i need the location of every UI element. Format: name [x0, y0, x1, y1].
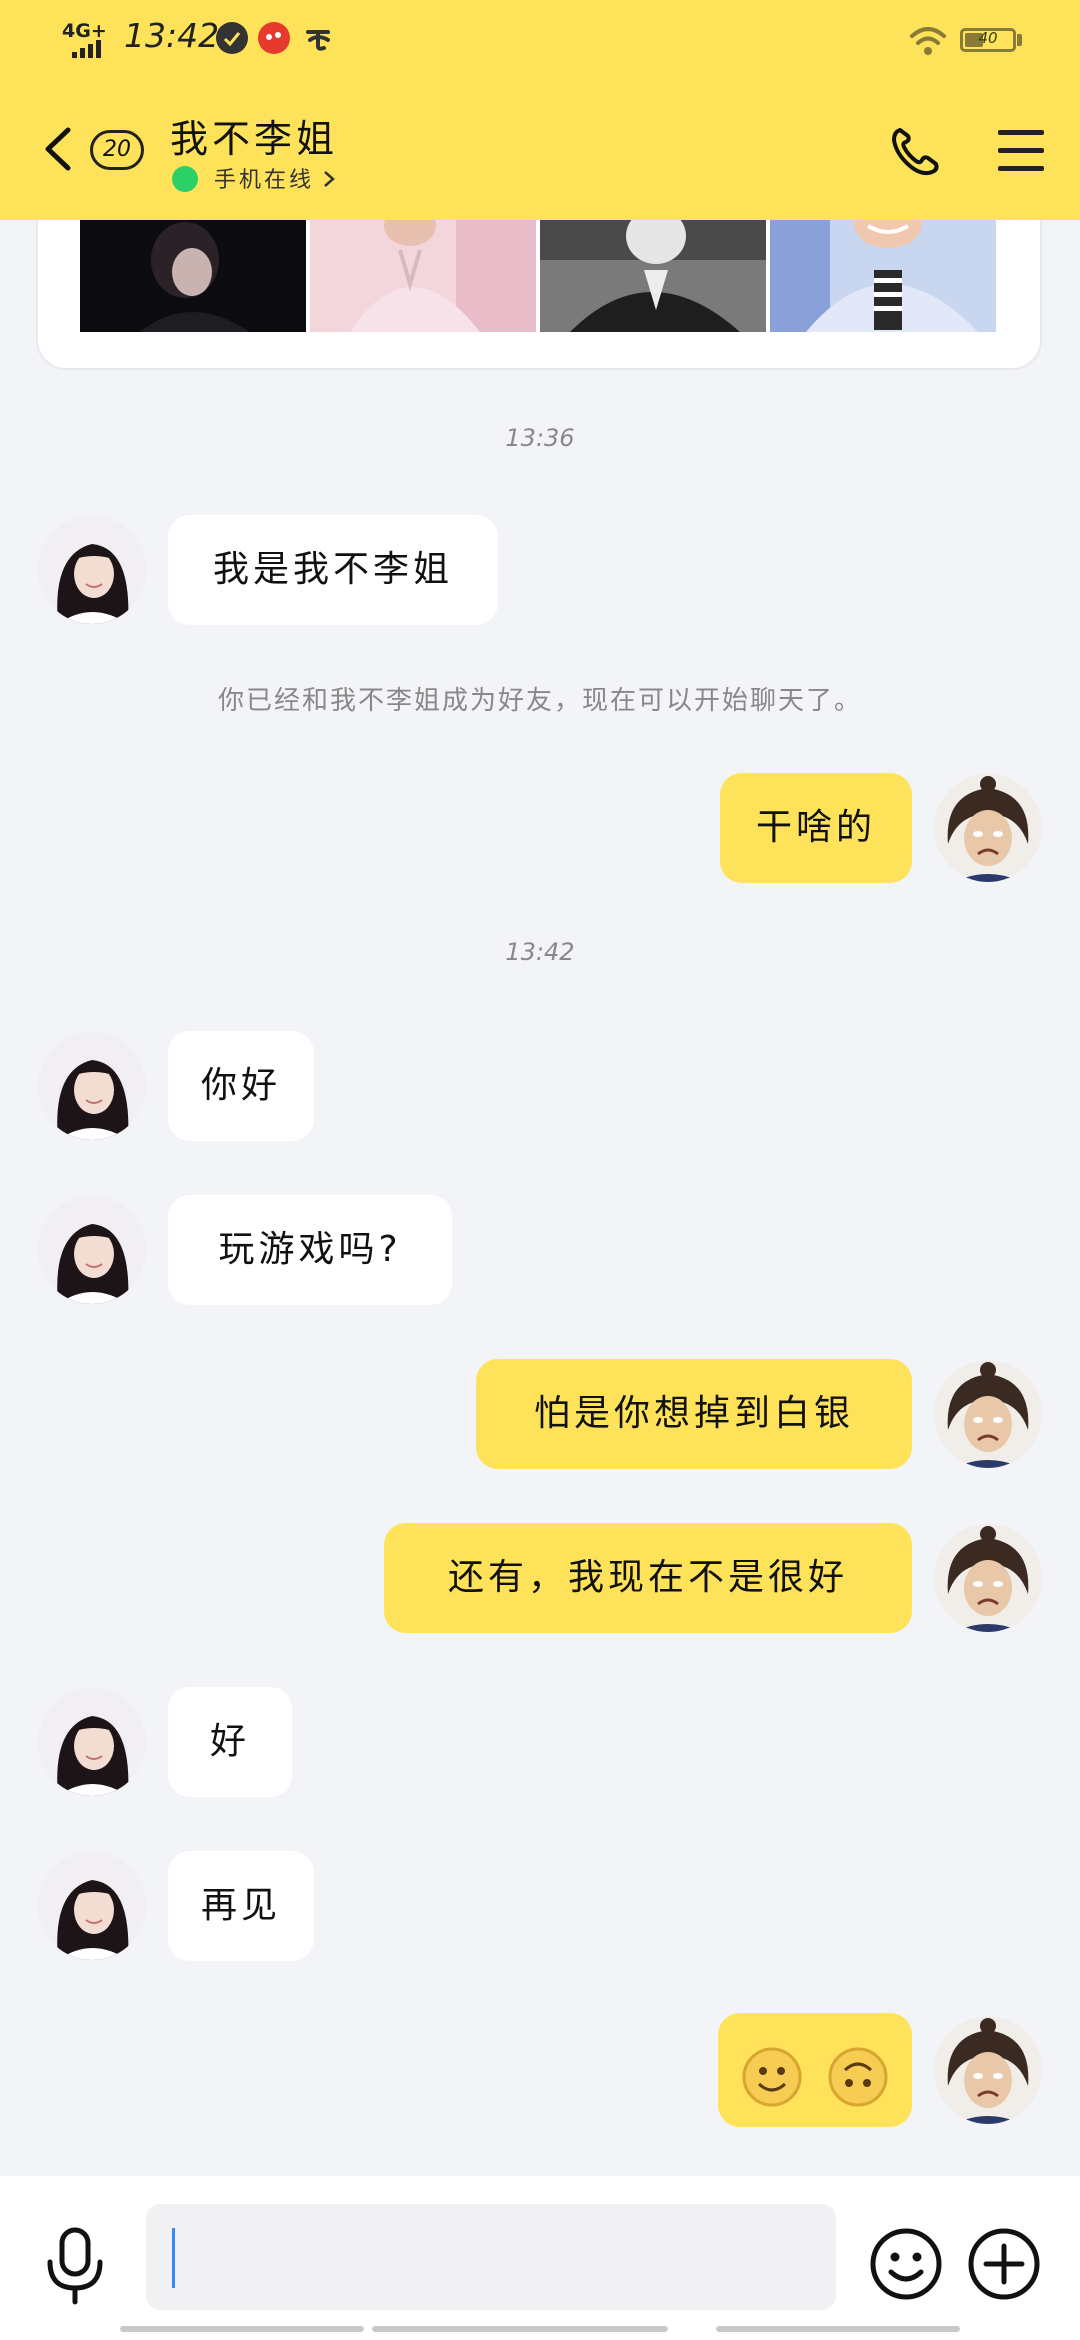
my-avatar[interactable]: [934, 774, 1042, 882]
signal-bars-icon: [72, 40, 112, 58]
chat-header: 4G+ 13:42 40 20 我不李姐 手机在线: [0, 0, 1080, 220]
network-type: 4G+: [62, 20, 107, 42]
phone-icon[interactable]: [888, 124, 942, 178]
unread-count-badge[interactable]: 20: [90, 130, 144, 170]
outgoing-message[interactable]: 怕是你想掉到白银: [476, 1359, 912, 1469]
my-avatar[interactable]: [934, 1360, 1042, 1468]
back-arrow-icon[interactable]: [42, 126, 74, 172]
telecom-icon: [302, 22, 334, 54]
contact-name[interactable]: 我不李姐: [170, 108, 338, 163]
smiley-emoji-icon: [741, 2040, 803, 2107]
outgoing-message[interactable]: 还有，我现在不是很好: [384, 1523, 912, 1633]
chevron-right-icon[interactable]: [322, 170, 336, 188]
nav-bar-segment: [120, 2326, 364, 2332]
emoji-icon[interactable]: [868, 2226, 944, 2302]
incoming-message[interactable]: 好: [168, 1687, 292, 1797]
chat-timestamp: 13:36: [505, 424, 575, 452]
status-bar: 4G+ 13:42 40: [0, 0, 1080, 80]
incoming-message[interactable]: 你好: [168, 1031, 314, 1141]
my-avatar[interactable]: [934, 2016, 1042, 2124]
outgoing-emoji-message[interactable]: [718, 2013, 912, 2127]
contact-avatar[interactable]: [38, 1032, 146, 1140]
my-avatar[interactable]: [934, 1524, 1042, 1632]
battery-text: 40: [978, 29, 998, 47]
profile-photo[interactable]: [770, 200, 996, 332]
app-notification-icon: [258, 22, 290, 54]
incoming-message[interactable]: 我是我不李姐: [168, 515, 498, 625]
contact-avatar[interactable]: [38, 1688, 146, 1796]
system-note: 你已经和我不李姐成为好友，现在可以开始聊天了。: [217, 686, 862, 716]
status-time: 13:42: [124, 16, 220, 55]
nav-bar-segment: [372, 2326, 668, 2332]
message-input[interactable]: [146, 2204, 836, 2310]
profile-photo[interactable]: [540, 208, 766, 332]
contact-avatar[interactable]: [38, 516, 146, 624]
battery-tip: [1017, 34, 1022, 46]
nav-bar-segment: [716, 2326, 960, 2332]
profile-photo[interactable]: [310, 206, 536, 332]
text-caret: [172, 2228, 175, 2288]
profile-photo[interactable]: [80, 220, 306, 332]
wifi-icon: [908, 22, 948, 58]
menu-icon[interactable]: [998, 130, 1044, 172]
mic-icon[interactable]: [42, 2226, 108, 2306]
online-status-label[interactable]: 手机在线: [214, 162, 314, 194]
incoming-message[interactable]: 再见: [168, 1851, 314, 1961]
input-bar: [0, 2176, 1080, 2340]
plus-icon[interactable]: [966, 2226, 1042, 2302]
chat-timestamp: 13:42: [505, 938, 575, 966]
outgoing-message[interactable]: 干啥的: [720, 773, 912, 883]
battery-icon: 40: [960, 28, 1016, 52]
online-status-dot: [172, 166, 198, 192]
upside-down-smiley-emoji-icon: [827, 2040, 889, 2107]
contact-avatar[interactable]: [38, 1852, 146, 1960]
incoming-message[interactable]: 玩游戏吗?: [168, 1195, 452, 1305]
contact-avatar[interactable]: [38, 1196, 146, 1304]
check-circle-icon: [216, 22, 248, 54]
